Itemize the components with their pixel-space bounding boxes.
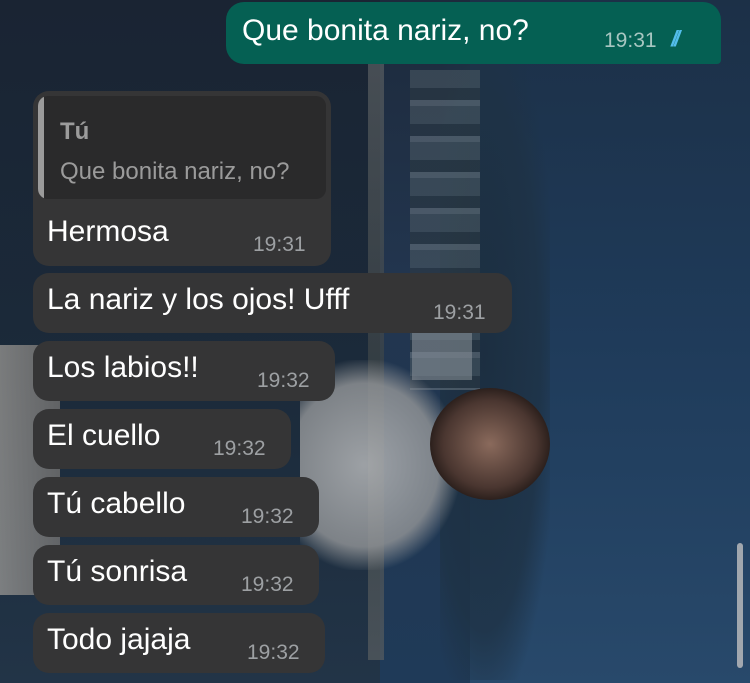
incoming-message-bubble[interactable]: Tú sonrisa 19:32	[33, 545, 319, 605]
quote-accent-bar	[38, 96, 44, 199]
message-text: La nariz y los ojos! Ufff	[47, 283, 350, 316]
message-time: 19:31	[253, 233, 306, 256]
message-text: Todo jajaja	[47, 623, 191, 656]
incoming-message-bubble[interactable]: Los labios!! 19:32	[33, 341, 335, 401]
outgoing-message-bubble[interactable]: Que bonita nariz, no? 19:31 //	[226, 2, 721, 64]
quote-author: Tú	[60, 118, 90, 145]
incoming-message-bubble[interactable]: Tú cabello 19:32	[33, 477, 319, 537]
message-time: 19:31	[433, 301, 486, 324]
message-time: 19:32	[247, 641, 300, 664]
message-text: Tú sonrisa	[47, 555, 188, 588]
wallpaper-person-head	[430, 388, 550, 500]
reply-message-bubble[interactable]: Tú Que bonita nariz, no? Hermosa 19:31	[33, 91, 331, 266]
message-time: 19:32	[257, 369, 310, 392]
message-time: 19:32	[241, 573, 294, 596]
quoted-message[interactable]: Tú Que bonita nariz, no?	[38, 96, 326, 199]
message-text: Los labios!!	[47, 351, 199, 384]
message-time: 19:31	[604, 29, 657, 52]
scrollbar-thumb[interactable]	[737, 543, 743, 668]
message-text: Que bonita nariz, no?	[242, 14, 529, 47]
quote-text: Que bonita nariz, no?	[60, 158, 290, 185]
message-time: 19:32	[213, 437, 266, 460]
message-time: 19:32	[241, 505, 294, 528]
incoming-message-bubble[interactable]: Todo jajaja 19:32	[33, 613, 325, 673]
incoming-message-bubble[interactable]: La nariz y los ojos! Ufff 19:31	[33, 273, 512, 333]
message-text: Tú cabello	[47, 487, 186, 520]
incoming-message-bubble[interactable]: El cuello 19:32	[33, 409, 291, 469]
message-text: Hermosa	[47, 215, 169, 248]
message-text: El cuello	[47, 419, 161, 452]
